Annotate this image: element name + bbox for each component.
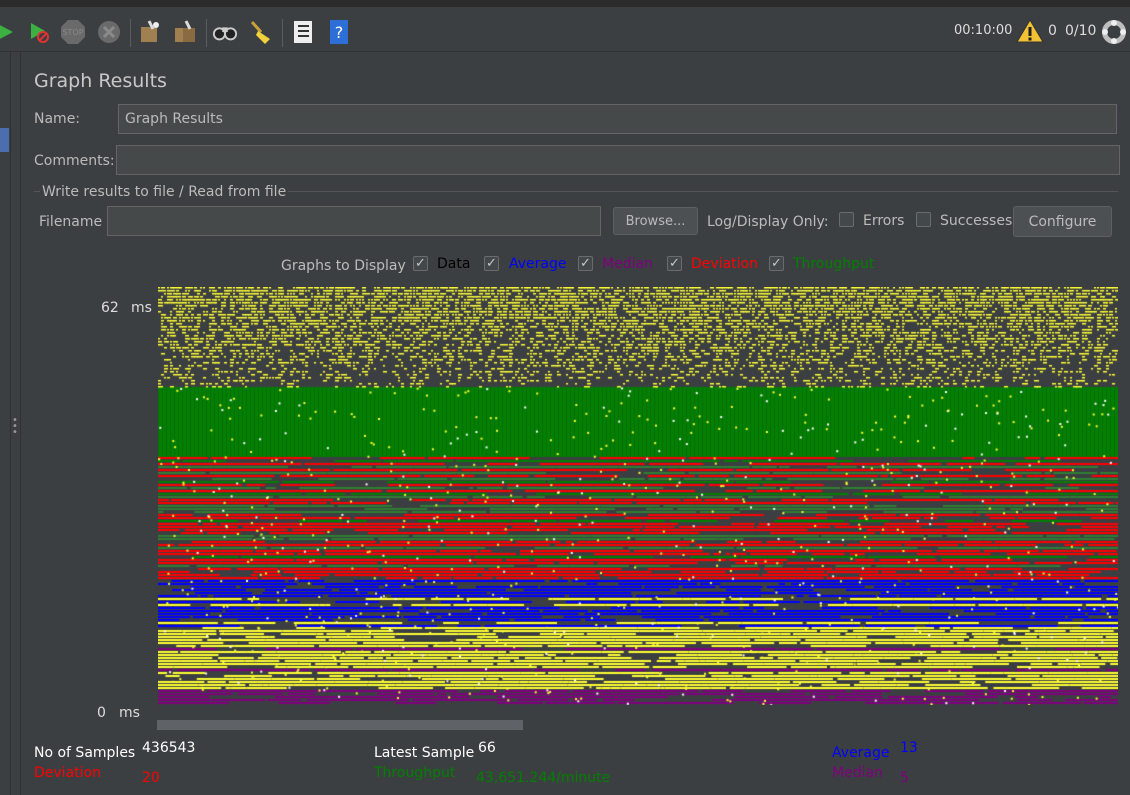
deviation-checkbox[interactable]: ✓ (667, 256, 682, 271)
successes-checkbox[interactable] (916, 212, 931, 227)
thread-status-icon (1101, 19, 1127, 49)
throughput-checkbox[interactable]: ✓ (769, 256, 784, 271)
file-section-title: Write results to file / Read from file (40, 184, 289, 200)
throughput-stat-value: 43,651.244/minute (476, 770, 611, 786)
results-graph-canvas (158, 287, 1118, 705)
graphs-to-display-label: Graphs to Display (281, 258, 406, 274)
name-input[interactable] (118, 104, 1117, 134)
stop-icon[interactable]: STOP (60, 19, 86, 45)
latest-sample-value: 66 (478, 740, 496, 756)
average-stat-label: Average (832, 745, 890, 761)
median-checkbox[interactable]: ✓ (578, 256, 593, 271)
shutdown-icon[interactable] (96, 19, 122, 45)
filename-label: Filename (39, 214, 103, 230)
clear-all-icon[interactable] (172, 19, 198, 45)
function-helper-icon[interactable] (290, 19, 316, 45)
y-max-label: 62 (101, 300, 119, 316)
data-checkbox[interactable]: ✓ (413, 256, 428, 271)
warning-icon[interactable] (1016, 18, 1044, 48)
median-stat-label: Median (832, 765, 883, 781)
throughput-stat-label: Throughput (374, 765, 456, 781)
average-option-label: Average (509, 256, 567, 272)
reset-search-icon[interactable] (248, 19, 274, 45)
average-stat-value: 13 (900, 740, 918, 756)
median-option-label: Median (602, 256, 653, 272)
latest-sample-label: Latest Sample (374, 745, 475, 761)
log-display-label: Log/Display Only: (707, 214, 829, 230)
y-min-label: 0 (97, 705, 106, 721)
active-threads: 0/10 (1065, 23, 1097, 39)
samples-value: 436543 (142, 740, 196, 756)
start-icon[interactable] (0, 19, 18, 45)
deviation-stat-label: Deviation (34, 765, 101, 781)
split-divider[interactable] (20, 52, 21, 795)
y-min-unit: ms (119, 705, 140, 721)
test-timer: 00:10:00 (954, 23, 1013, 38)
splitter-grip-icon[interactable]: • • • (12, 416, 18, 438)
samples-label: No of Samples (34, 745, 136, 761)
svg-text:?: ? (335, 23, 344, 42)
tree-panel-edge (0, 52, 11, 795)
median-stat-value: 5 (900, 770, 909, 786)
main-toolbar: STOP ? 00:10:00 0 0/10 (0, 0, 1130, 52)
warning-count: 0 (1048, 23, 1057, 39)
graph-scrollbar-thumb[interactable] (157, 720, 523, 730)
svg-text:STOP: STOP (62, 28, 83, 37)
comments-input[interactable] (116, 145, 1120, 175)
configure-button[interactable]: Configure (1013, 206, 1112, 237)
browse-button[interactable]: Browse... (613, 207, 698, 235)
data-option-label: Data (437, 256, 471, 272)
errors-checkbox[interactable] (839, 212, 854, 227)
y-max-unit: ms (131, 300, 152, 316)
start-no-timers-icon[interactable] (26, 19, 52, 45)
successes-label: Successes (940, 213, 1013, 229)
deviation-option-label: Deviation (691, 256, 758, 272)
errors-label: Errors (863, 213, 905, 229)
panel-title: Graph Results (34, 70, 167, 92)
help-icon[interactable]: ? (326, 19, 352, 45)
search-icon[interactable] (212, 19, 238, 45)
deviation-stat-value: 20 (142, 770, 160, 786)
tree-selection-marker (0, 128, 9, 152)
comments-label: Comments: (34, 153, 115, 169)
average-checkbox[interactable]: ✓ (484, 256, 499, 271)
clear-icon[interactable] (136, 19, 162, 45)
throughput-option-label: Throughput (793, 256, 875, 272)
filename-input[interactable] (107, 206, 601, 236)
name-label: Name: (34, 111, 81, 127)
